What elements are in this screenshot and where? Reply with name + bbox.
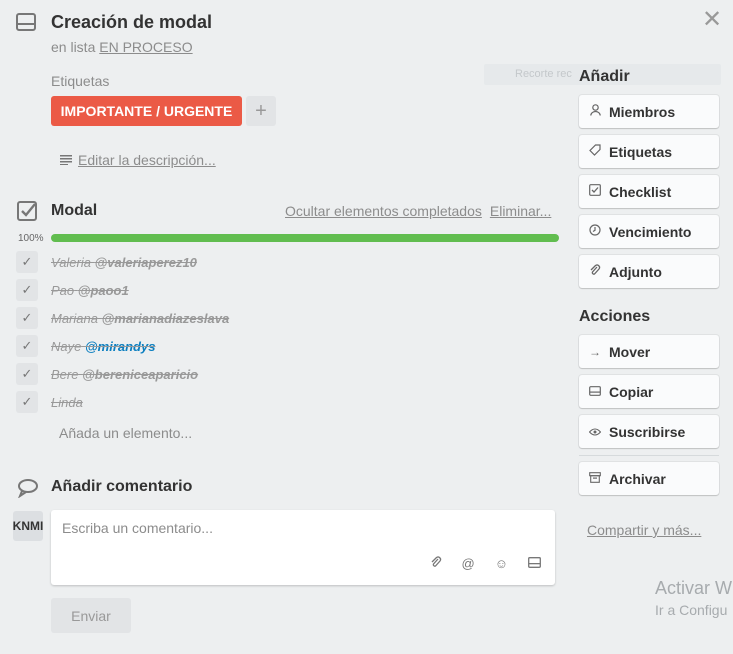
avatar[interactable]: KNMI xyxy=(13,511,43,541)
checklist-item-text[interactable]: Linda xyxy=(51,395,83,410)
comment-toolbar: @ ☺ xyxy=(430,556,541,572)
labels-button[interactable]: Etiquetas xyxy=(579,135,719,168)
checklist-item-text[interactable]: Valeria @valeriaperez10 xyxy=(51,255,197,270)
labels-heading: Etiquetas xyxy=(51,73,110,89)
archive-button[interactable]: Archivar xyxy=(579,462,719,495)
comment-placeholder: Escriba un comentario... xyxy=(62,520,213,536)
hide-completed-link[interactable]: Ocultar elementos completados xyxy=(285,203,482,219)
members-button[interactable]: Miembros xyxy=(579,95,719,128)
checkbox-checked[interactable]: ✓ xyxy=(16,363,38,385)
eye-icon xyxy=(588,425,602,439)
card-title[interactable]: Creación de modal xyxy=(51,12,212,33)
checkbox-checked[interactable]: ✓ xyxy=(16,391,38,413)
checklist-item[interactable]: ✓ Naye @mirandys xyxy=(16,335,155,357)
mention-icon[interactable]: @ xyxy=(462,556,475,572)
comment-icon xyxy=(17,478,39,503)
checklist-item[interactable]: ✓ Bere @bereniceaparicio xyxy=(16,363,198,385)
actions-section-title: Acciones xyxy=(579,308,651,325)
checklist-item[interactable]: ✓ Pao @paoo1 xyxy=(16,279,129,301)
checklist-title[interactable]: Modal xyxy=(51,202,97,220)
description-icon xyxy=(60,152,72,168)
checkbox-checked[interactable]: ✓ xyxy=(16,307,38,329)
list-name-link[interactable]: EN PROCESO xyxy=(99,39,192,55)
comment-section-title: Añadir comentario xyxy=(51,478,193,495)
add-section-title: Añadir xyxy=(579,68,630,85)
paperclip-icon[interactable] xyxy=(430,556,442,572)
mention-link[interactable]: @mirandys xyxy=(85,339,155,354)
checkbox-icon xyxy=(589,184,601,199)
delete-checklist-link[interactable]: Eliminar... xyxy=(490,203,551,219)
label-importante-urgente[interactable]: IMPORTANTE / URGENTE xyxy=(51,96,242,126)
archive-icon xyxy=(589,471,601,486)
add-checklist-item[interactable]: Añada un elemento... xyxy=(59,425,192,441)
emoji-icon[interactable]: ☺ xyxy=(495,556,508,572)
subscribe-button[interactable]: Suscribirse xyxy=(579,415,719,448)
progress-bar xyxy=(51,234,559,242)
checkbox-checked[interactable]: ✓ xyxy=(16,335,38,357)
checklist-icon xyxy=(16,200,38,227)
list-prefix: en lista xyxy=(51,39,96,55)
comment-input[interactable]: Escriba un comentario... @ ☺ xyxy=(51,510,555,585)
sidebar-divider xyxy=(579,455,719,456)
share-and-more-link[interactable]: Compartir y más... xyxy=(587,522,701,538)
checklist-item[interactable]: ✓ Linda xyxy=(16,391,83,413)
edit-description[interactable]: Editar la descripción... xyxy=(60,152,216,168)
checklist-item[interactable]: ✓ Valeria @valeriaperez10 xyxy=(16,251,197,273)
checklist-item-text[interactable]: Bere @bereniceaparicio xyxy=(51,367,198,382)
list-location: en lista EN PROCESO xyxy=(51,39,193,55)
tag-icon xyxy=(589,144,601,159)
checklist-item-text[interactable]: Pao @paoo1 xyxy=(51,283,129,298)
checklist-item-text[interactable]: Mariana @marianadiazeslava xyxy=(51,311,229,326)
card-icon xyxy=(16,13,36,36)
checklist-item[interactable]: ✓ Mariana @marianadiazeslava xyxy=(16,307,229,329)
send-comment-button[interactable]: Enviar xyxy=(51,598,131,633)
checklist-item-text[interactable]: Naye @mirandys xyxy=(51,339,155,354)
activation-watermark-subtitle: Ir a Configu xyxy=(655,602,728,618)
checkbox-checked[interactable]: ✓ xyxy=(16,251,38,273)
edit-description-link[interactable]: Editar la descripción... xyxy=(78,152,216,168)
close-icon[interactable]: ✕ xyxy=(702,5,722,34)
attachment-button[interactable]: Adjunto xyxy=(579,255,719,288)
activation-watermark-title: Activar W xyxy=(655,578,733,598)
checklist-actions: Ocultar elementos completados Eliminar... xyxy=(285,203,559,219)
checklist-button[interactable]: Checklist xyxy=(579,175,719,208)
progress-bar-fill xyxy=(51,234,559,242)
paperclip-icon xyxy=(589,263,601,280)
clock-icon xyxy=(589,224,601,239)
add-label-button[interactable]: + xyxy=(246,96,276,126)
person-icon xyxy=(589,104,601,119)
progress-percent: 100% xyxy=(18,233,44,244)
card-icon xyxy=(589,385,601,399)
due-date-button[interactable]: Vencimiento xyxy=(579,215,719,248)
move-button[interactable]: → Mover xyxy=(579,335,719,368)
card-attach-icon[interactable] xyxy=(528,556,541,572)
checkbox-checked[interactable]: ✓ xyxy=(16,279,38,301)
copy-button[interactable]: Copiar xyxy=(579,375,719,408)
arrow-right-icon: → xyxy=(589,344,601,359)
